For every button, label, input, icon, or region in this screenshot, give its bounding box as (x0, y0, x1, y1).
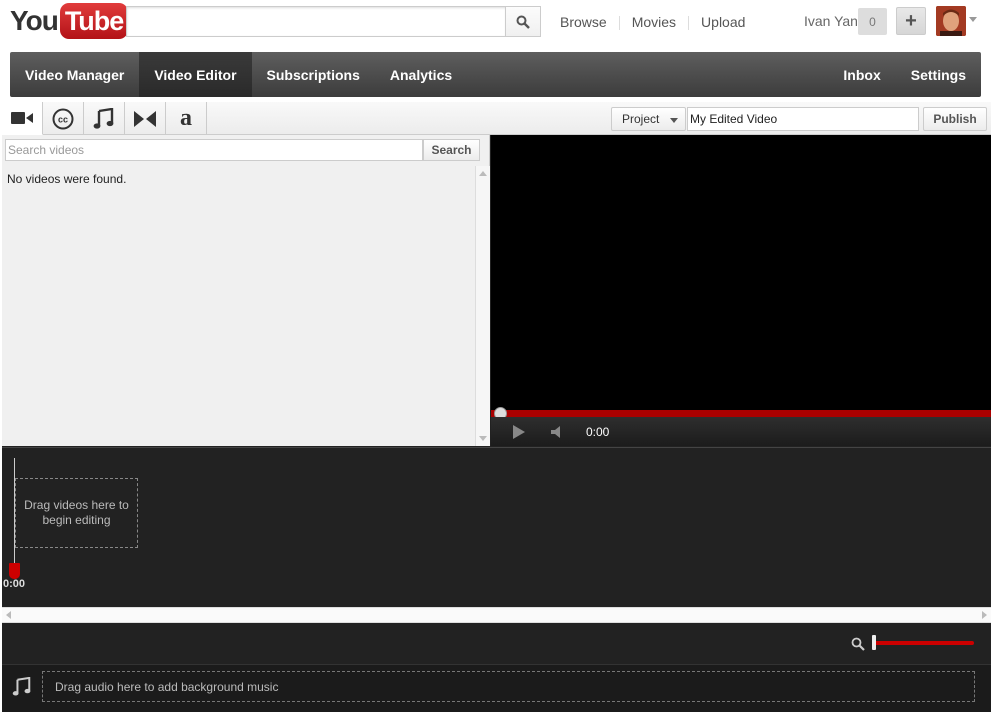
video-drop-zone[interactable]: Drag videos here to begin editing (15, 478, 138, 548)
chevron-down-icon[interactable] (969, 17, 977, 22)
closed-caption-icon: cc (52, 108, 74, 129)
scroll-left-icon[interactable] (6, 611, 11, 619)
search-button[interactable] (505, 6, 541, 37)
player-controls: 0:00 (491, 417, 991, 446)
avatar[interactable] (936, 6, 966, 36)
masthead: You Tube Browse Movies Upload Ivan Yan 0… (0, 0, 991, 46)
music-note-icon (12, 677, 31, 696)
browse-link[interactable]: Browse (548, 14, 619, 30)
video-camera-icon (11, 112, 33, 124)
svg-text:cc: cc (58, 114, 68, 124)
publish-button[interactable]: Publish (923, 107, 987, 131)
tab-audio[interactable] (84, 102, 125, 135)
logo-tube: Tube (59, 3, 129, 39)
youtube-logo[interactable]: You Tube (10, 3, 129, 41)
library-scrollbar[interactable] (475, 166, 490, 446)
nav-settings[interactable]: Settings (896, 52, 981, 97)
project-dropdown[interactable]: Project (611, 107, 686, 131)
chevron-down-icon (670, 118, 678, 123)
video-library: Search videos Search No videos were foun… (2, 135, 490, 446)
tab-transitions[interactable] (125, 102, 166, 135)
logo-you: You (10, 5, 59, 36)
current-time: 0:00 (586, 425, 610, 439)
search-videos-button[interactable]: Search (423, 139, 480, 161)
playhead-handle[interactable] (9, 563, 20, 579)
empty-message: No videos were found. (7, 172, 127, 186)
scroll-right-icon[interactable] (982, 611, 987, 619)
tab-text[interactable]: a (166, 102, 207, 135)
timeline-scrollbar[interactable] (2, 607, 991, 623)
scroll-down-icon[interactable] (479, 436, 487, 441)
nav-analytics[interactable]: Analytics (375, 52, 467, 97)
nav-inbox[interactable]: Inbox (828, 52, 895, 97)
video-editor: cc a Project My Edited Video Publish Sea… (2, 102, 991, 712)
text-icon: a (180, 105, 192, 131)
audio-track: Drag audio here to add background music (2, 664, 991, 712)
nav-video-manager[interactable]: Video Manager (10, 52, 139, 97)
nav-subscriptions[interactable]: Subscriptions (252, 52, 375, 97)
zoom-icon (851, 637, 865, 651)
zoom-slider-handle[interactable] (872, 635, 876, 650)
zoom-bar (2, 623, 991, 664)
search-icon (516, 15, 530, 29)
movies-link[interactable]: Movies (620, 14, 688, 30)
timeline: 0:00 Drag videos here to begin editing (2, 447, 991, 607)
search-input[interactable] (126, 6, 506, 37)
audio-drop-zone[interactable]: Drag audio here to add background music (42, 671, 975, 702)
notification-count[interactable]: 0 (858, 8, 887, 35)
search-videos-input[interactable]: Search videos (5, 139, 423, 161)
playhead-time: 0:00 (3, 578, 26, 590)
nav-video-editor[interactable]: Video Editor (139, 52, 252, 97)
scroll-up-icon[interactable] (479, 171, 487, 176)
editor-toolbar: cc a Project My Edited Video Publish (2, 102, 991, 135)
upload-link[interactable]: Upload (689, 14, 757, 30)
play-icon[interactable] (513, 425, 525, 439)
music-note-icon (93, 107, 114, 129)
transition-icon (134, 110, 156, 127)
top-links: Browse Movies Upload (548, 14, 757, 30)
project-label: Project (622, 112, 660, 126)
user-photo-icon (936, 6, 966, 36)
creator-nav: Video Manager Video Editor Subscriptions… (10, 52, 981, 97)
volume-icon[interactable] (551, 425, 565, 439)
zoom-slider[interactable] (874, 641, 974, 645)
tab-videos[interactable] (2, 102, 43, 135)
progress-bar[interactable] (491, 410, 991, 417)
video-preview: 0:00 (491, 135, 991, 446)
tab-captions[interactable]: cc (43, 102, 84, 135)
project-title-input[interactable]: My Edited Video (687, 107, 919, 131)
add-button[interactable]: + (896, 7, 926, 35)
user-name[interactable]: Ivan Yan (804, 13, 858, 29)
